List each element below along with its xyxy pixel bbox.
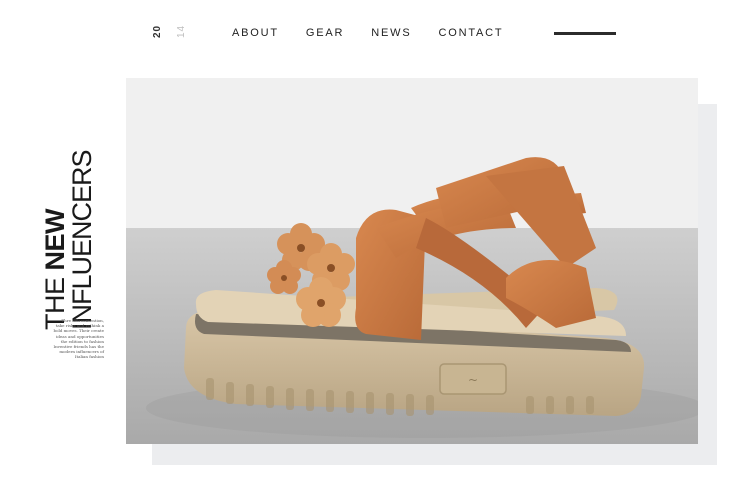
nav-accent-line: [554, 31, 617, 35]
year-second: 14: [176, 24, 187, 38]
headline-influencers: INFLUENCERS: [67, 150, 97, 330]
page: 20 14 ABOUT GEAR NEWS CONTACT ~ THE NEW …: [0, 0, 750, 483]
nav-item-news[interactable]: NEWS: [371, 26, 411, 40]
headline: THE NEW INFLUENCERS: [40, 150, 102, 330]
blurb-line: Italian fashion: [74, 354, 104, 360]
nav-item-about[interactable]: ABOUT: [232, 26, 279, 40]
main-nav: ABOUT GEAR NEWS CONTACT: [232, 26, 617, 40]
year-stamp: 20 14: [152, 18, 187, 42]
goya-logo-icon: ~: [468, 373, 478, 387]
headline-new: NEW: [40, 208, 70, 271]
nav-item-contact[interactable]: CONTACT: [438, 26, 503, 40]
product-photo: ~: [126, 78, 698, 444]
nav-item-gear[interactable]: GEAR: [306, 26, 344, 40]
blurb-text: Thre deli contention, take risks and ret…: [40, 318, 104, 360]
sandal-illustration: ~: [126, 78, 698, 444]
headline-line1: THE NEW: [40, 160, 70, 330]
year-first: 20: [152, 24, 163, 38]
